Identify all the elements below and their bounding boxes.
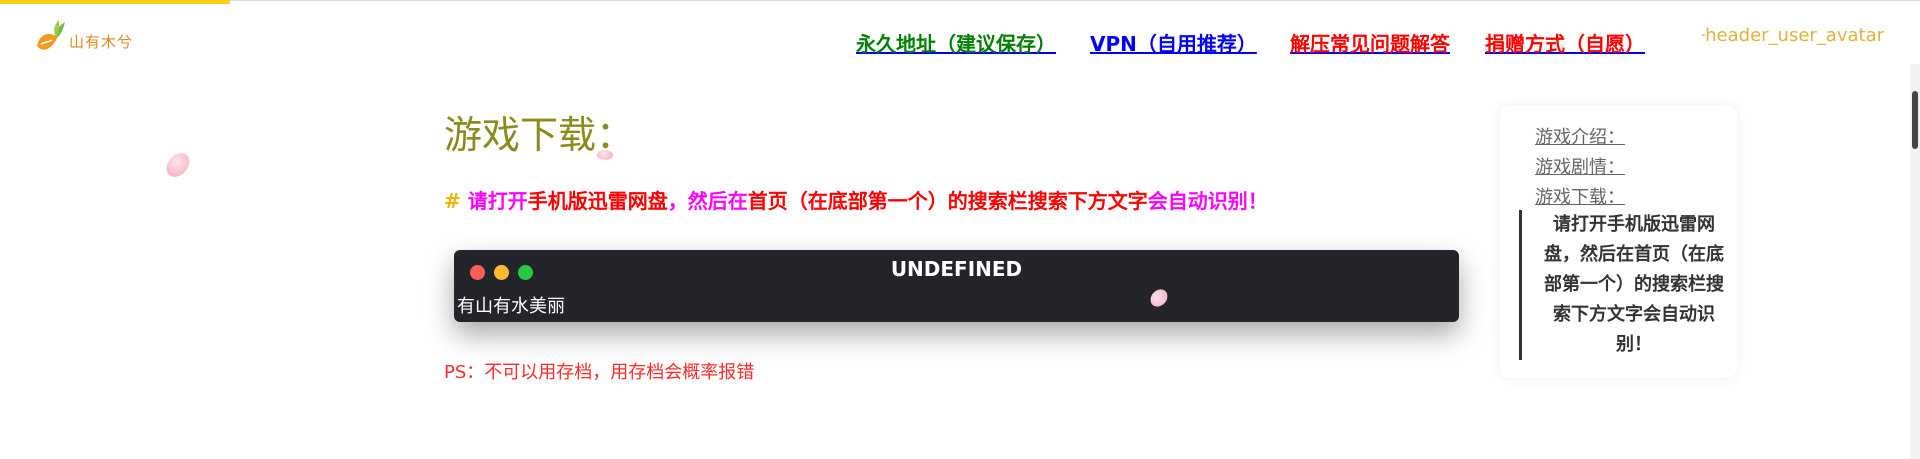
toc-item-intro[interactable]: 游戏介绍： [1535,123,1625,149]
toc-item-download[interactable]: 游戏下载： [1535,183,1625,209]
ps-note: PS：不可以用存档，用存档会概率报错 [444,362,755,383]
notice-part: ，然后在 [667,189,748,213]
nav-vpn-label: VPN（自用推荐） [1090,32,1257,56]
toc-subitem-notice[interactable]: 请打开手机版迅雷网盘，然后在首页（在底部第一个）的搜索栏搜索下方文字会自动识别！ [1519,210,1729,360]
nav-donate[interactable]: 捐赠方式（自愿） [1485,28,1645,57]
user-avatar[interactable]: header_user_avatar [1702,24,1884,46]
nav-permanent-address-label: 永久地址（建议保存） [856,32,1056,56]
site-logo[interactable]: 山有木兮 [33,18,133,56]
toc-item-story[interactable]: 游戏剧情： [1535,153,1625,179]
notice-part: 首页（在底部第一个）的搜索栏搜索下方文字 [747,189,1148,213]
scrollbar-thumb[interactable] [1912,91,1918,149]
code-block: UNDEFINED 有山有水美丽 [454,250,1459,322]
nav-donate-label: 捐赠方式（自愿） [1485,32,1645,56]
header-divider [230,0,1920,1]
notice-part: 手机版迅雷网盘 [527,189,668,213]
petal-decoration [163,148,193,182]
nav-faq[interactable]: 解压常见问题解答 [1290,28,1450,57]
carrot-logo-icon [37,20,65,50]
top-accent-bar [0,0,230,4]
logo-text: 山有木兮 [69,32,134,51]
download-notice: # 请打开手机版迅雷网盘，然后在首页（在底部第一个）的搜索栏搜索下方文字会自动识… [444,185,1268,214]
table-of-contents: 游戏介绍： 游戏剧情： 游戏下载： 请打开手机版迅雷网盘，然后在首页（在底部第一… [1500,106,1737,378]
nav-permanent-address[interactable]: 永久地址（建议保存） [856,28,1056,57]
notice-part: 会自动识别！ [1147,189,1268,213]
code-block-content[interactable]: 有山有水美丽 [457,292,565,318]
notice-hash: # [444,189,468,213]
avatar-alt-text: header_user_avatar [1705,24,1884,46]
code-block-title: UNDEFINED [890,257,1023,281]
nav-faq-label: 解压常见问题解答 [1290,32,1450,56]
notice-part: 请打开 [467,189,528,213]
nav-vpn[interactable]: VPN（自用推荐） [1090,28,1257,57]
